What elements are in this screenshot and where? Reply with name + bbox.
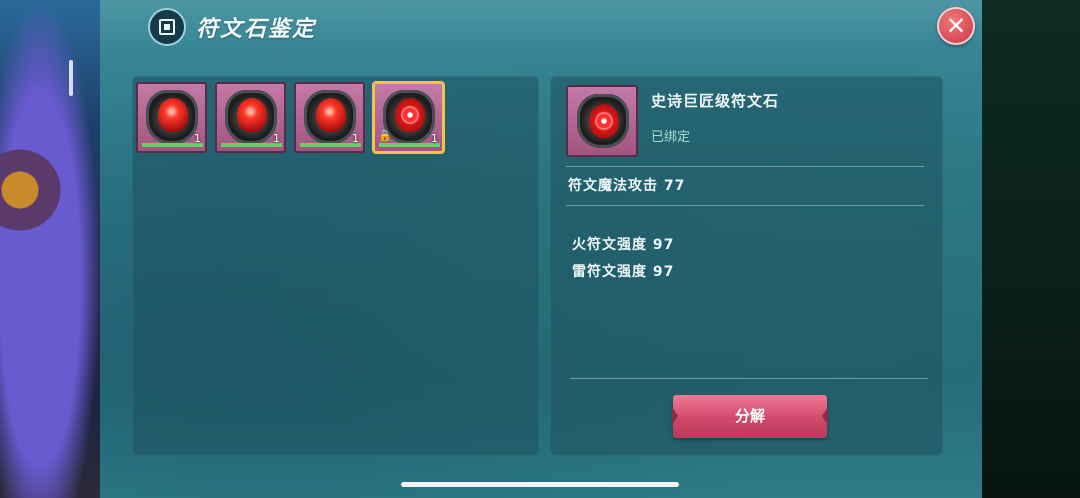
home-indicator[interactable] xyxy=(401,482,679,487)
slot-count: 1 xyxy=(352,132,359,145)
item-name: 史诗巨匠级符文石 xyxy=(651,92,780,110)
fire-rune-icon xyxy=(316,98,346,132)
rune-slot-3[interactable]: 1 xyxy=(294,82,365,153)
title-bar: 符文石鉴定 ✕ xyxy=(100,0,982,52)
rune-inventory-panel: 1 1 1 🔒 1 xyxy=(132,76,539,456)
slot-count: 1 xyxy=(194,132,201,145)
slot-count: 1 xyxy=(273,132,280,145)
rune-slot-2[interactable]: 1 xyxy=(215,82,286,153)
divider xyxy=(570,378,928,379)
rune-slot-1[interactable]: 1 xyxy=(136,82,207,153)
divider xyxy=(566,166,924,167)
divider xyxy=(566,205,924,206)
sub-stat-1: 火符文强度 97 xyxy=(572,237,675,253)
detail-rune-image xyxy=(566,85,638,157)
epic-rune-icon xyxy=(589,104,619,138)
game-scene-background-right xyxy=(982,0,1080,498)
close-button[interactable]: ✕ xyxy=(937,7,975,45)
slot-count: 1 xyxy=(431,132,438,145)
epic-rune-icon xyxy=(395,98,425,132)
lock-icon: 🔒 xyxy=(378,129,392,142)
scroll-indicator xyxy=(69,60,73,96)
rune-detail-panel: 史诗巨匠级符文石 已绑定 符文魔法攻击 77 火符文强度 97 雷符文强度 97… xyxy=(550,76,943,456)
main-stat: 符文魔法攻击 77 xyxy=(568,178,686,194)
bound-status: 已绑定 xyxy=(651,130,691,145)
appraise-frame-icon xyxy=(148,8,186,46)
game-scene-background-left xyxy=(0,0,100,498)
rune-appraisal-dialog: 符文石鉴定 ✕ 1 1 1 🔒 1 史诗巨匠级符文石 已绑定 符文魔法攻击 77… xyxy=(100,0,982,498)
dialog-title: 符文石鉴定 xyxy=(196,17,317,42)
rune-slot-4[interactable]: 🔒 1 xyxy=(373,82,444,153)
decompose-button[interactable]: 分解 xyxy=(672,395,828,438)
sub-stat-2: 雷符文强度 97 xyxy=(572,264,675,280)
fire-rune-icon xyxy=(158,98,188,132)
fire-rune-icon xyxy=(237,98,267,132)
close-icon: ✕ xyxy=(945,12,967,40)
